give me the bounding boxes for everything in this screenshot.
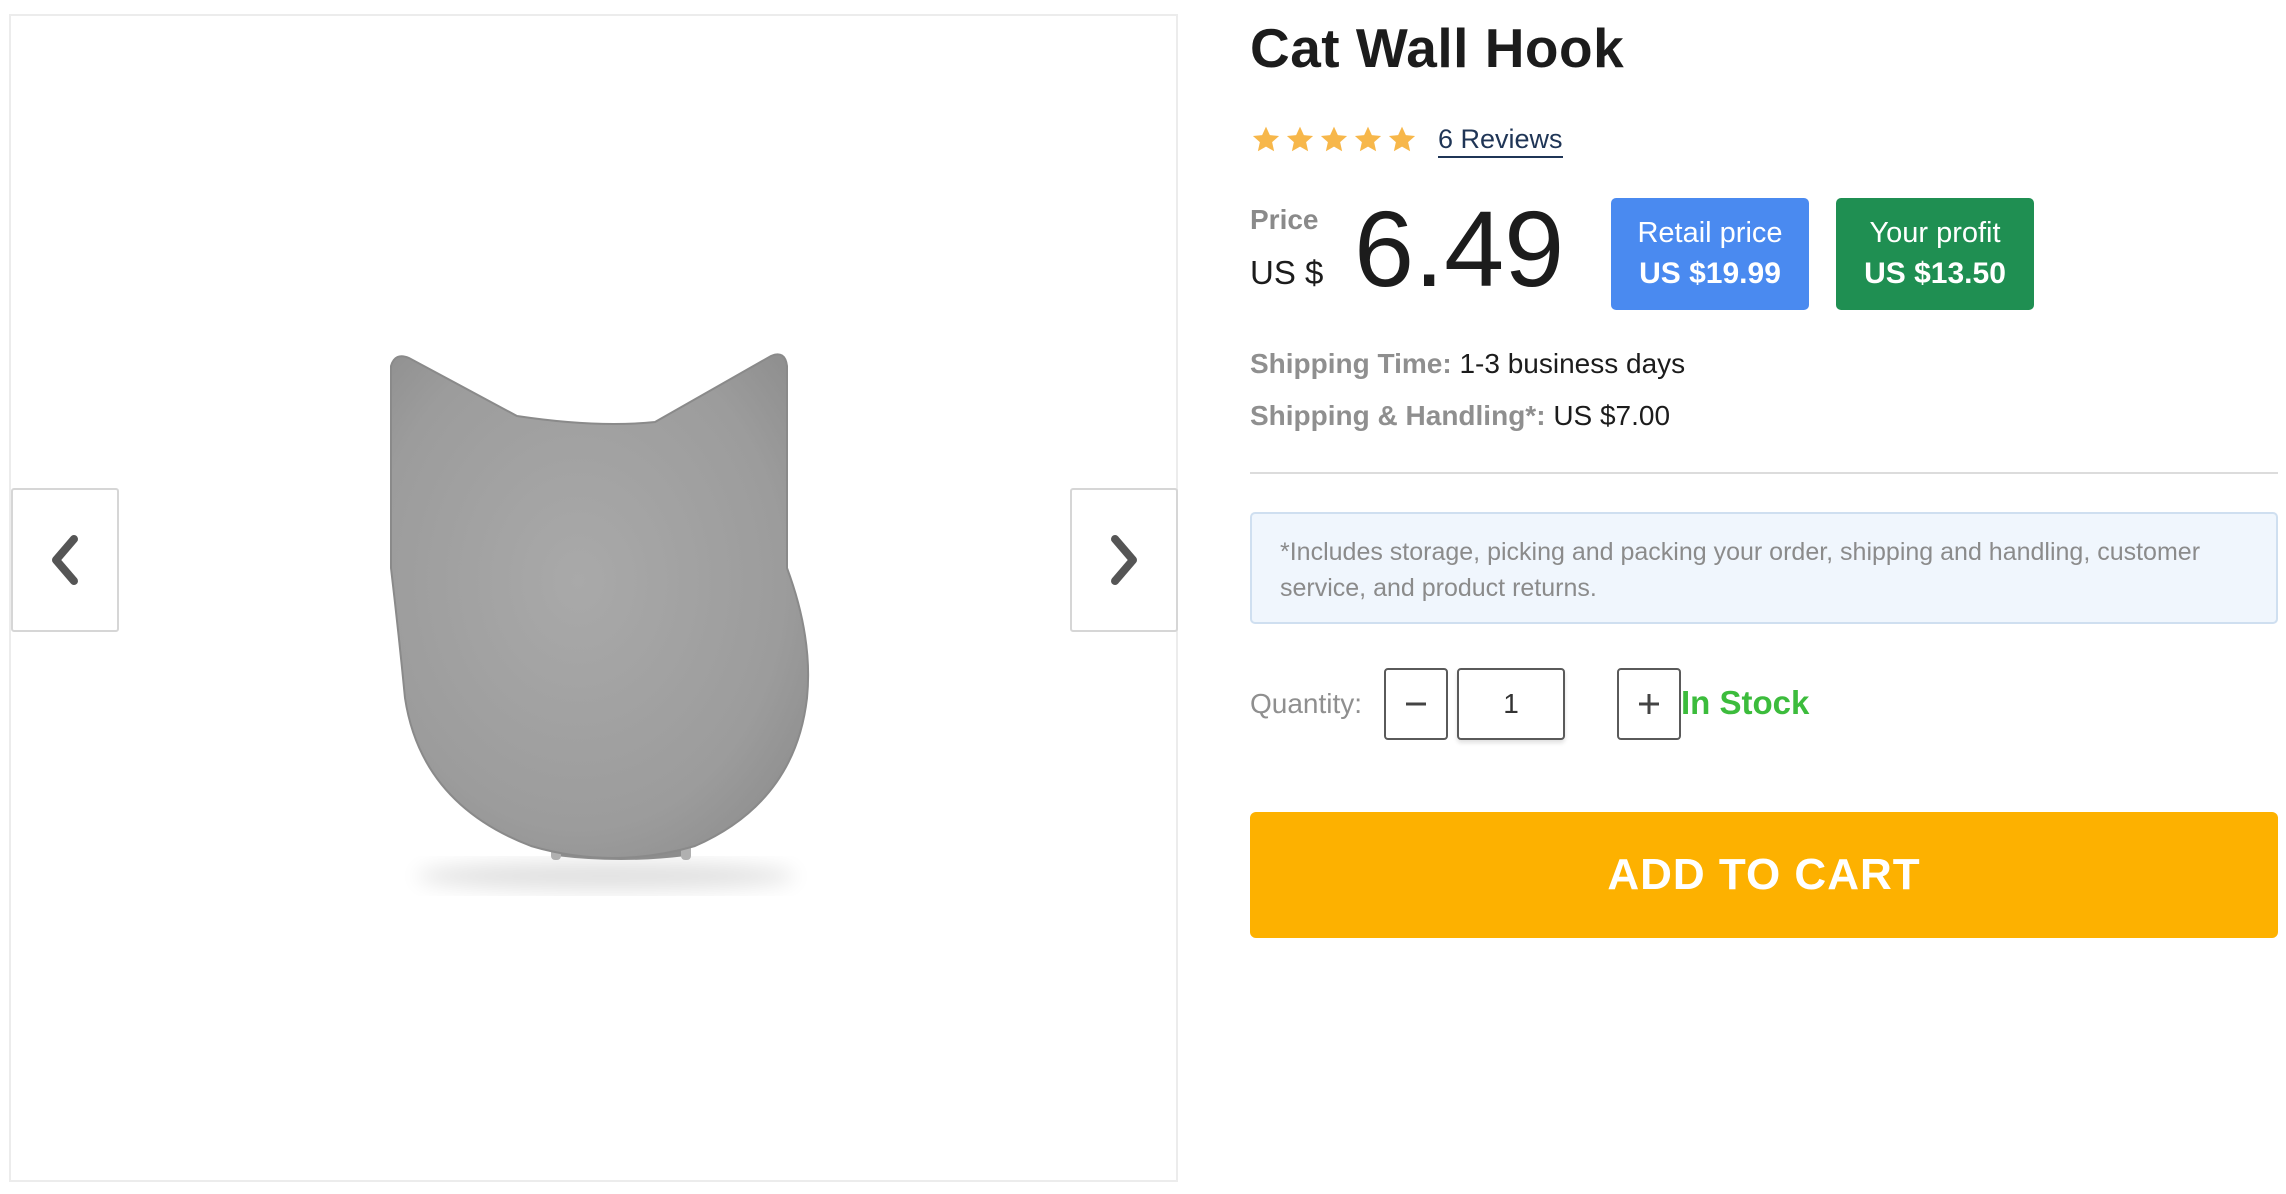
star-icon [1252,126,1280,152]
shipping-time-value: 1-3 business days [1459,348,1686,379]
product-details: Cat Wall Hook 6 Reviews Price US $ 6.49 … [1250,0,2278,1194]
quantity-label: Quantity: [1250,688,1363,719]
stock-status: In Stock [1681,684,1810,721]
shipping-time: Shipping Time: 1-3 business days [1250,348,1685,380]
rating: 6 Reviews [1250,122,1563,158]
reviews-link[interactable]: 6 Reviews [1438,122,1563,158]
retail-price-value: US $19.99 [1639,257,1781,290]
star-rating [1250,124,1418,156]
gallery-next-button[interactable] [1070,488,1178,632]
product-image [390,353,810,890]
minus-icon [1406,702,1426,706]
star-icon [1354,126,1382,152]
retail-price-badge: Retail price US $19.99 [1611,198,1809,310]
plus-icon [1639,694,1659,714]
price-value: 6.49 [1354,188,1565,309]
shipping-note: *Includes storage, picking and packing y… [1250,512,2278,624]
shipping-handling: Shipping & Handling*: US $7.00 [1250,400,1670,432]
quantity-increase-button[interactable] [1617,668,1681,740]
add-to-cart-button[interactable]: ADD TO CART [1250,812,2278,938]
price-label: Price [1250,204,1319,235]
shipping-time-label: Shipping Time: [1250,348,1452,379]
star-icon [1388,126,1416,152]
quantity-input[interactable] [1457,668,1565,740]
chevron-right-icon [1111,535,1137,585]
product-title: Cat Wall Hook [1250,17,1625,79]
quantity-decrease-button[interactable] [1384,668,1448,740]
star-icon [1286,126,1314,152]
price-currency: US $ [1250,254,1324,291]
divider [1250,472,2278,474]
chevron-left-icon [52,535,78,585]
shipping-handling-value: US $7.00 [1553,400,1671,431]
product-gallery [9,14,1178,1182]
profit-value: US $13.50 [1864,257,2006,290]
shipping-handling-label: Shipping & Handling*: [1250,400,1546,431]
profit-badge: Your profit US $13.50 [1836,198,2034,310]
retail-price-label: Retail price [1637,217,1783,249]
profit-label: Your profit [1869,217,2001,249]
star-icon [1320,126,1348,152]
gallery-prev-button[interactable] [11,488,119,632]
